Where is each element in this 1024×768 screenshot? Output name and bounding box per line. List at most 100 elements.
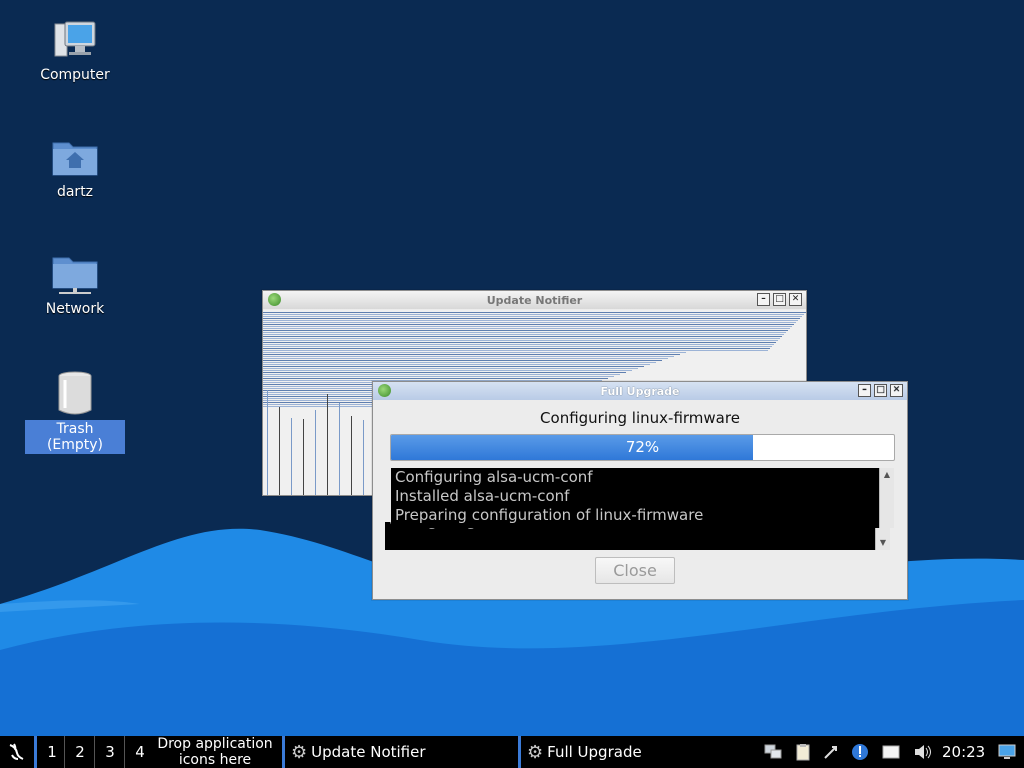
render-artifact bbox=[291, 418, 292, 495]
computer-icon bbox=[54, 21, 96, 57]
close-button[interactable]: ✕ bbox=[789, 293, 802, 306]
desktop-icon-label: Computer bbox=[40, 67, 110, 83]
render-artifact bbox=[263, 330, 788, 331]
render-artifact bbox=[263, 374, 620, 375]
render-artifact bbox=[263, 338, 780, 339]
desktop-icon-label: dartz bbox=[56, 184, 94, 200]
notification-icon[interactable] bbox=[851, 743, 869, 761]
log-line: Configuring alsa-ucm-conf bbox=[395, 468, 593, 486]
trash-icon bbox=[58, 371, 92, 415]
render-artifact bbox=[263, 368, 638, 369]
network-icon[interactable] bbox=[764, 743, 782, 761]
volume-icon[interactable] bbox=[913, 743, 931, 761]
render-artifact bbox=[263, 328, 790, 329]
render-artifact bbox=[263, 342, 776, 343]
lxqt-logo-icon bbox=[9, 743, 24, 760]
render-artifact bbox=[363, 420, 364, 495]
log-output: Configuring alsa-ucm-conf Installed alsa… bbox=[391, 468, 887, 528]
render-artifact bbox=[263, 352, 686, 353]
status-label: Configuring linux-firmware bbox=[540, 409, 740, 427]
log-scrollbar[interactable]: ▲ bbox=[879, 468, 894, 528]
render-artifact bbox=[263, 364, 650, 365]
workspace-2-button[interactable]: 2 bbox=[64, 736, 95, 768]
workspace-label: 4 bbox=[135, 743, 145, 761]
render-artifact bbox=[263, 322, 796, 323]
clipboard-icon[interactable] bbox=[794, 743, 812, 761]
render-artifact bbox=[315, 410, 316, 495]
window-title: Full Upgrade bbox=[600, 384, 680, 398]
clock-text: 20:23 bbox=[942, 743, 986, 761]
clock[interactable]: 20:23 bbox=[942, 736, 992, 768]
render-artifact bbox=[267, 390, 268, 495]
render-artifact bbox=[263, 316, 802, 317]
network-folder-icon bbox=[52, 257, 98, 294]
render-artifact bbox=[263, 320, 798, 321]
drop-hint-line-1: Drop application bbox=[157, 736, 273, 752]
full-upgrade-window[interactable]: Full Upgrade – □ ✕ Configuring linux-fir… bbox=[372, 381, 908, 600]
render-artifact bbox=[263, 372, 626, 373]
desktop-icon-label: Network bbox=[45, 301, 105, 317]
render-artifact bbox=[263, 378, 608, 379]
render-artifact bbox=[263, 370, 632, 371]
workspace-1-button[interactable]: 1 bbox=[34, 736, 67, 768]
render-artifact bbox=[263, 334, 784, 335]
gear-icon: ⚙ bbox=[527, 741, 544, 763]
render-artifact bbox=[263, 326, 792, 327]
render-artifact bbox=[263, 346, 772, 347]
scroll-up-arrow-icon[interactable]: ▲ bbox=[880, 468, 894, 482]
log-line: Preparing configuration of linux-firmwar… bbox=[395, 506, 704, 524]
minimize-button[interactable]: – bbox=[757, 293, 770, 306]
close-dialog-button[interactable]: Close bbox=[595, 557, 675, 584]
maximize-button[interactable]: □ bbox=[874, 384, 887, 397]
desktop-icon-network[interactable]: Network bbox=[25, 254, 125, 318]
minimize-button[interactable]: – bbox=[858, 384, 871, 397]
window-titlebar[interactable]: Update Notifier – □ ✕ bbox=[263, 291, 806, 309]
render-artifact bbox=[263, 312, 806, 313]
update-notifier-app-icon bbox=[268, 293, 281, 306]
workspace-label: 1 bbox=[47, 743, 57, 761]
quicklaunch-drop-area[interactable]: Drop application icons here bbox=[152, 736, 278, 768]
task-full-upgrade[interactable]: ⚙ Full Upgrade bbox=[518, 736, 755, 768]
task-update-notifier[interactable]: ⚙ Update Notifier bbox=[282, 736, 519, 768]
desktop-icon-label: Trash (Empty) bbox=[25, 420, 125, 454]
workspace-4-button[interactable]: 4 bbox=[124, 736, 155, 768]
render-artifact bbox=[263, 314, 804, 315]
render-artifact bbox=[263, 332, 786, 333]
progress-bar: 72% bbox=[390, 434, 895, 461]
desktop-icon-computer[interactable]: Computer bbox=[25, 20, 125, 84]
render-artifact bbox=[263, 344, 774, 345]
task-label: Update Notifier bbox=[311, 743, 426, 761]
render-artifact bbox=[263, 340, 778, 341]
desktop-icon-home-folder[interactable]: dartz bbox=[25, 137, 125, 201]
maximize-button[interactable]: □ bbox=[773, 293, 786, 306]
desktop-icon-trash[interactable]: Trash (Empty) bbox=[25, 370, 125, 454]
window-titlebar[interactable]: Full Upgrade – □ ✕ bbox=[373, 382, 907, 400]
drop-hint-line-2: icons here bbox=[178, 752, 252, 768]
progress-text: 72% bbox=[625, 438, 660, 456]
render-artifact bbox=[263, 376, 614, 377]
taskbar: 1 2 3 4 Drop application icons here ⚙ Up… bbox=[0, 736, 1024, 768]
render-artifact bbox=[327, 394, 328, 495]
close-button[interactable]: ✕ bbox=[890, 384, 903, 397]
usb-icon[interactable] bbox=[822, 743, 840, 761]
start-menu-button[interactable] bbox=[2, 736, 32, 768]
scroll-down-arrow-icon[interactable]: ▼ bbox=[876, 536, 890, 550]
render-artifact bbox=[263, 348, 770, 349]
full-upgrade-app-icon bbox=[378, 384, 391, 397]
render-artifact bbox=[339, 403, 340, 495]
workspace-label: 2 bbox=[75, 743, 85, 761]
render-artifact bbox=[263, 362, 656, 363]
workspace-label: 3 bbox=[105, 743, 115, 761]
render-artifact bbox=[263, 358, 668, 359]
render-artifact bbox=[303, 419, 304, 495]
monitor-icon[interactable] bbox=[998, 743, 1016, 761]
render-artifact bbox=[263, 350, 768, 351]
render-artifact bbox=[351, 416, 352, 495]
render-artifact bbox=[263, 356, 674, 357]
gear-icon: ⚙ bbox=[291, 741, 308, 763]
render-artifact bbox=[263, 324, 794, 325]
workspace-3-button[interactable]: 3 bbox=[94, 736, 125, 768]
log-line: Installed alsa-ucm-conf bbox=[395, 487, 570, 505]
display-icon[interactable] bbox=[882, 743, 900, 761]
render-artifact bbox=[263, 318, 800, 319]
